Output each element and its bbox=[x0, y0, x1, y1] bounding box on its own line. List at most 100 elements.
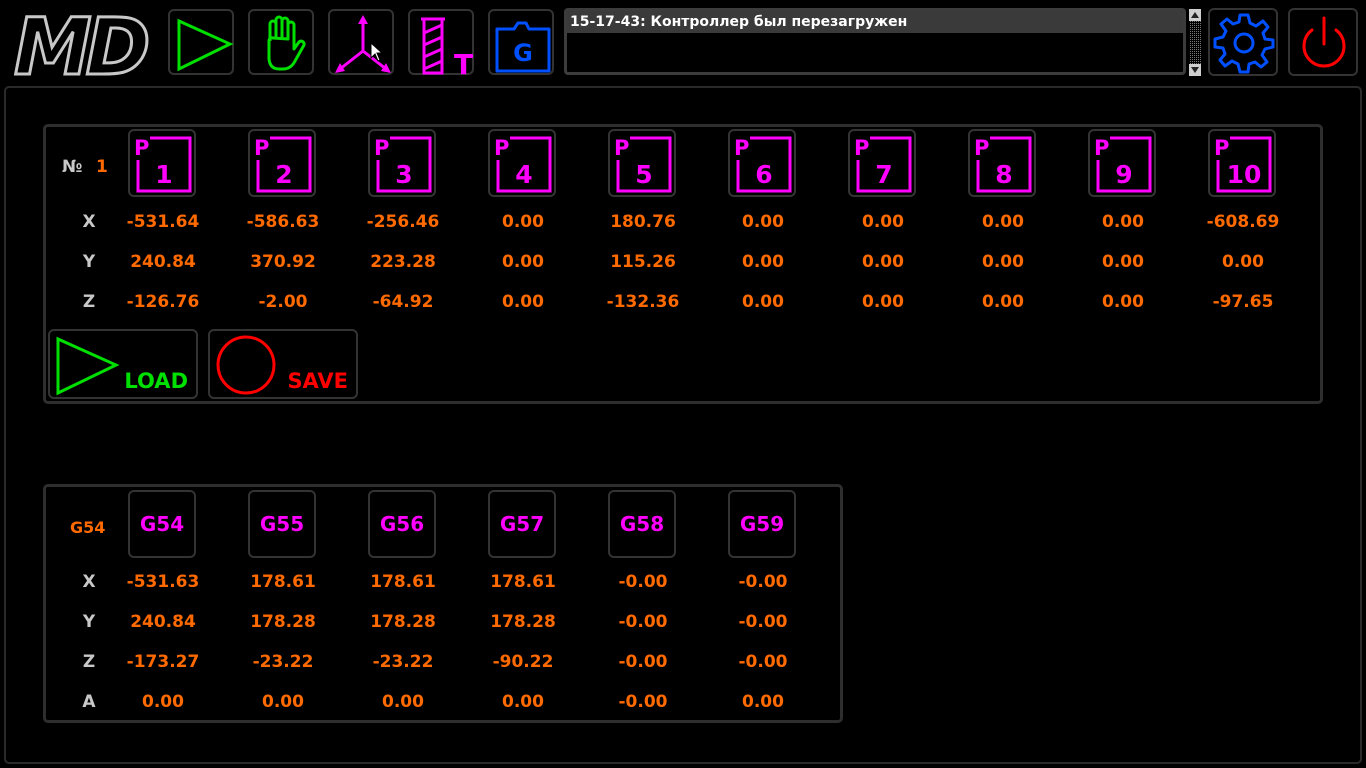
manual-button[interactable] bbox=[248, 9, 314, 75]
g54-a-value: 0.00 bbox=[142, 692, 184, 712]
g58-x-value: -0.00 bbox=[618, 572, 668, 592]
point-5-x-value: 180.76 bbox=[610, 212, 676, 232]
point-button-10[interactable]: P 10 bbox=[1208, 129, 1276, 197]
gcode-folder-button[interactable]: G bbox=[488, 9, 554, 75]
point-button-7[interactable]: P7 bbox=[848, 129, 916, 197]
point-button-5[interactable]: P5 bbox=[608, 129, 676, 197]
tool-button[interactable]: T bbox=[408, 9, 474, 77]
svg-text:P: P bbox=[614, 136, 629, 160]
point-8-x-value: 0.00 bbox=[982, 212, 1024, 232]
g54-z-value: -173.27 bbox=[126, 652, 200, 672]
axis-label-x: X bbox=[82, 212, 96, 232]
point-7-x-value: 0.00 bbox=[862, 212, 904, 232]
load-button[interactable]: LOAD bbox=[48, 329, 198, 399]
message-log: 15-17-43: Контроллер был перезагружен bbox=[564, 8, 1186, 75]
g54-x-value: -531.63 bbox=[126, 572, 200, 592]
svg-text:T: T bbox=[454, 48, 473, 77]
point-button-8[interactable]: P8 bbox=[968, 129, 1036, 197]
save-button[interactable]: SAVE bbox=[208, 329, 358, 399]
svg-text:8: 8 bbox=[995, 160, 1012, 189]
point-2-x-value: -586.63 bbox=[246, 212, 320, 232]
point-4-y-value: 0.00 bbox=[502, 252, 544, 272]
save-label: SAVE bbox=[287, 369, 348, 393]
load-label: LOAD bbox=[124, 369, 188, 393]
g57-z-value: -90.22 bbox=[492, 652, 554, 672]
g57-x-value: 178.61 bbox=[490, 572, 556, 592]
g57-a-value: 0.00 bbox=[502, 692, 544, 712]
point-button-9[interactable]: P9 bbox=[1088, 129, 1156, 197]
work-offset-button-g54[interactable]: G54 bbox=[128, 490, 196, 558]
coordinates-button[interactable] bbox=[328, 9, 394, 75]
work-offset-button-g56[interactable]: G56 bbox=[368, 490, 436, 558]
point-number-label: № bbox=[62, 157, 83, 177]
g58-z-value: -0.00 bbox=[618, 652, 668, 672]
svg-text:5: 5 bbox=[635, 160, 652, 189]
work-offset-button-g58[interactable]: G58 bbox=[608, 490, 676, 558]
point-9-y-value: 0.00 bbox=[1102, 252, 1144, 272]
point-button-1[interactable]: P1 bbox=[128, 129, 196, 197]
point-10-z-value: -97.65 bbox=[1212, 292, 1274, 312]
g55-x-value: 178.61 bbox=[250, 572, 316, 592]
point-2-z-value: -2.00 bbox=[258, 292, 308, 312]
point-icon: P1 bbox=[134, 136, 192, 193]
point-10-y-value: 0.00 bbox=[1222, 252, 1264, 272]
axis-label-z: Z bbox=[82, 292, 96, 312]
g58-y-value: -0.00 bbox=[618, 612, 668, 632]
svg-text:3: 3 bbox=[395, 160, 412, 189]
offset-axis-label-y: Y bbox=[82, 612, 96, 632]
point-5-z-value: -132.36 bbox=[606, 292, 680, 312]
g59-y-value: -0.00 bbox=[738, 612, 788, 632]
point-button-2[interactable]: P2 bbox=[248, 129, 316, 197]
svg-text:P: P bbox=[1094, 136, 1109, 160]
svg-text:P: P bbox=[374, 136, 389, 160]
point-button-4[interactable]: P4 bbox=[488, 129, 556, 197]
axes-icon bbox=[335, 15, 391, 73]
offset-axis-label-x: X bbox=[82, 572, 96, 592]
svg-text:P: P bbox=[494, 136, 509, 160]
point-9-x-value: 0.00 bbox=[1102, 212, 1144, 232]
point-8-y-value: 0.00 bbox=[982, 252, 1024, 272]
point-button-3[interactable]: P3 bbox=[368, 129, 436, 197]
svg-text:4: 4 bbox=[515, 160, 532, 189]
work-offset-button-g55[interactable]: G55 bbox=[248, 490, 316, 558]
hand-icon bbox=[267, 15, 306, 71]
point-icon: P9 bbox=[1094, 136, 1152, 193]
svg-text:G: G bbox=[513, 39, 533, 67]
work-offset-button-g59[interactable]: G59 bbox=[728, 490, 796, 558]
point-icon: P6 bbox=[734, 136, 792, 193]
app-logo: MD bbox=[12, 2, 162, 95]
g55-y-value: 178.28 bbox=[250, 612, 316, 632]
power-button[interactable] bbox=[1288, 8, 1358, 76]
run-button[interactable] bbox=[168, 9, 234, 75]
play-icon bbox=[177, 18, 234, 72]
point-3-x-value: -256.46 bbox=[366, 212, 440, 232]
svg-text:1: 1 bbox=[155, 160, 172, 189]
g55-z-value: -23.22 bbox=[252, 652, 314, 672]
point-3-y-value: 223.28 bbox=[370, 252, 436, 272]
g56-z-value: -23.22 bbox=[372, 652, 434, 672]
point-7-y-value: 0.00 bbox=[862, 252, 904, 272]
selected-point-number: 1 bbox=[96, 157, 108, 177]
point-icon: P4 bbox=[494, 136, 552, 193]
g59-a-value: 0.00 bbox=[742, 692, 784, 712]
log-scrollbar[interactable] bbox=[1188, 9, 1202, 76]
svg-text:7: 7 bbox=[875, 160, 892, 189]
power-icon bbox=[1302, 16, 1346, 68]
point-icon: P8 bbox=[974, 136, 1032, 193]
svg-text:P: P bbox=[1214, 136, 1229, 160]
point-button-6[interactable]: P6 bbox=[728, 129, 796, 197]
point-9-z-value: 0.00 bbox=[1102, 292, 1144, 312]
point-7-z-value: 0.00 bbox=[862, 292, 904, 312]
point-6-y-value: 0.00 bbox=[742, 252, 784, 272]
settings-button[interactable] bbox=[1208, 8, 1278, 76]
g56-a-value: 0.00 bbox=[382, 692, 424, 712]
point-1-y-value: 240.84 bbox=[130, 252, 196, 272]
svg-text:P: P bbox=[734, 136, 749, 160]
svg-text:P: P bbox=[254, 136, 269, 160]
point-icon: P3 bbox=[374, 136, 432, 193]
point-6-x-value: 0.00 bbox=[742, 212, 784, 232]
g57-y-value: 178.28 bbox=[490, 612, 556, 632]
svg-text:9: 9 bbox=[1115, 160, 1132, 189]
point-1-x-value: -531.64 bbox=[126, 212, 200, 232]
work-offset-button-g57[interactable]: G57 bbox=[488, 490, 556, 558]
